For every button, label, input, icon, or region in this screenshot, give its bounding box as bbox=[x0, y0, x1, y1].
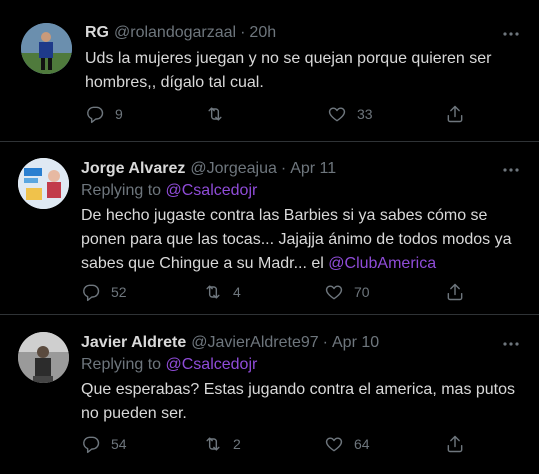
reply-button[interactable]: 9 bbox=[85, 102, 123, 126]
tweet-text: Que esperabas? Estas jugando contra el a… bbox=[81, 378, 529, 426]
author-handle[interactable]: @JavierAldrete97 bbox=[191, 333, 318, 353]
retweet-count: 2 bbox=[233, 436, 241, 452]
tweet-text: De hecho jugaste contra las Barbies si y… bbox=[81, 204, 529, 276]
retweet-icon bbox=[208, 107, 222, 121]
author-name[interactable]: RG bbox=[85, 23, 109, 43]
reply-icon bbox=[83, 284, 100, 302]
share-button[interactable] bbox=[445, 432, 465, 456]
avatar-image bbox=[21, 23, 72, 74]
tweet-actions: 54 2 64 bbox=[81, 432, 471, 456]
replying-mention[interactable]: @Csalcedojr bbox=[166, 182, 258, 199]
author-name[interactable]: Jorge Alvarez bbox=[81, 159, 185, 179]
replying-label: Replying to bbox=[81, 182, 162, 199]
timestamp[interactable]: 20h bbox=[249, 23, 276, 43]
replying-mention[interactable]: @Csalcedojr bbox=[166, 356, 258, 373]
reply-count: 9 bbox=[115, 106, 123, 122]
tweet-text-part: Que esperabas? Estas jugando contra el a… bbox=[81, 381, 516, 422]
timestamp[interactable]: Apr 11 bbox=[290, 159, 336, 179]
author-handle[interactable]: @rolandogarzaal bbox=[114, 23, 236, 43]
tweet-content: Jorge Alvarez @Jorgeajua · Apr 11 Replyi… bbox=[81, 159, 529, 276]
tweet-content: RG @rolandogarzaal · 20h Uds la mujeres … bbox=[85, 23, 529, 95]
reply-count: 54 bbox=[111, 436, 127, 452]
tweet-actions: 9 33 bbox=[85, 102, 475, 126]
separator: · bbox=[240, 24, 246, 41]
timestamp[interactable]: Apr 10 bbox=[332, 333, 379, 353]
separator: · bbox=[280, 160, 287, 177]
tweet-content: Javier Aldrete @JavierAldrete97 · Apr 10… bbox=[81, 333, 529, 426]
tweet-mention[interactable]: @ClubAmerica bbox=[328, 255, 436, 272]
tweet-2[interactable]: Jorge Alvarez @Jorgeajua · Apr 11 Replyi… bbox=[0, 142, 539, 313]
share-button[interactable] bbox=[445, 280, 465, 304]
tweet-1[interactable]: RG @rolandogarzaal · 20h Uds la mujeres … bbox=[0, 0, 539, 141]
like-count: 64 bbox=[354, 436, 370, 452]
avatar[interactable] bbox=[21, 23, 72, 74]
reply-icon bbox=[87, 106, 104, 124]
share-icon bbox=[447, 105, 463, 123]
avatar[interactable] bbox=[18, 332, 69, 383]
like-button[interactable]: 64 bbox=[324, 432, 370, 456]
replying-label: Replying to bbox=[81, 356, 162, 373]
author-handle[interactable]: @Jorgeajua bbox=[190, 159, 277, 179]
retweet-icon bbox=[206, 437, 220, 451]
more-icon[interactable] bbox=[501, 160, 521, 180]
reply-button[interactable]: 54 bbox=[81, 432, 127, 456]
more-icon[interactable] bbox=[501, 24, 521, 44]
avatar-image bbox=[18, 158, 69, 209]
avatar-image bbox=[18, 332, 69, 383]
tweet-text-part: De hecho jugaste contra las Barbies si y… bbox=[81, 207, 512, 272]
share-icon bbox=[447, 283, 463, 301]
retweet-count: 4 bbox=[233, 284, 241, 300]
like-count: 70 bbox=[354, 284, 370, 300]
replying-to: Replying to @Csalcedojr bbox=[81, 181, 529, 201]
like-count: 33 bbox=[357, 106, 373, 122]
like-icon bbox=[325, 285, 343, 300]
retweet-button[interactable]: 2 bbox=[203, 432, 241, 456]
more-icon[interactable] bbox=[501, 334, 521, 354]
reply-count: 52 bbox=[111, 284, 127, 300]
tweet-text-part: Uds la mujeres juegan y no se quejan por… bbox=[85, 50, 492, 91]
tweet-header: RG @rolandogarzaal · 20h bbox=[85, 23, 529, 43]
like-icon bbox=[325, 437, 343, 452]
share-button[interactable] bbox=[445, 102, 465, 126]
tweet-3[interactable]: Javier Aldrete @JavierAldrete97 · Apr 10… bbox=[0, 315, 539, 474]
tweet-header: Javier Aldrete @JavierAldrete97 · Apr 10 bbox=[81, 333, 529, 353]
like-icon bbox=[328, 107, 346, 122]
author-name[interactable]: Javier Aldrete bbox=[81, 333, 186, 353]
like-button[interactable]: 70 bbox=[324, 280, 370, 304]
share-icon bbox=[447, 435, 463, 453]
tweet-text: Uds la mujeres juegan y no se quejan por… bbox=[85, 47, 529, 95]
retweet-button[interactable]: 4 bbox=[203, 280, 241, 304]
tweet-header: Jorge Alvarez @Jorgeajua · Apr 11 bbox=[81, 159, 529, 179]
reply-icon bbox=[83, 436, 100, 454]
reply-button[interactable]: 52 bbox=[81, 280, 127, 304]
retweet-icon bbox=[206, 285, 220, 299]
like-button[interactable]: 33 bbox=[327, 102, 373, 126]
replying-to: Replying to @Csalcedojr bbox=[81, 355, 529, 375]
separator: · bbox=[322, 334, 328, 351]
tweet-actions: 52 4 70 bbox=[81, 280, 471, 304]
retweet-button[interactable] bbox=[205, 102, 235, 126]
avatar[interactable] bbox=[18, 158, 69, 209]
